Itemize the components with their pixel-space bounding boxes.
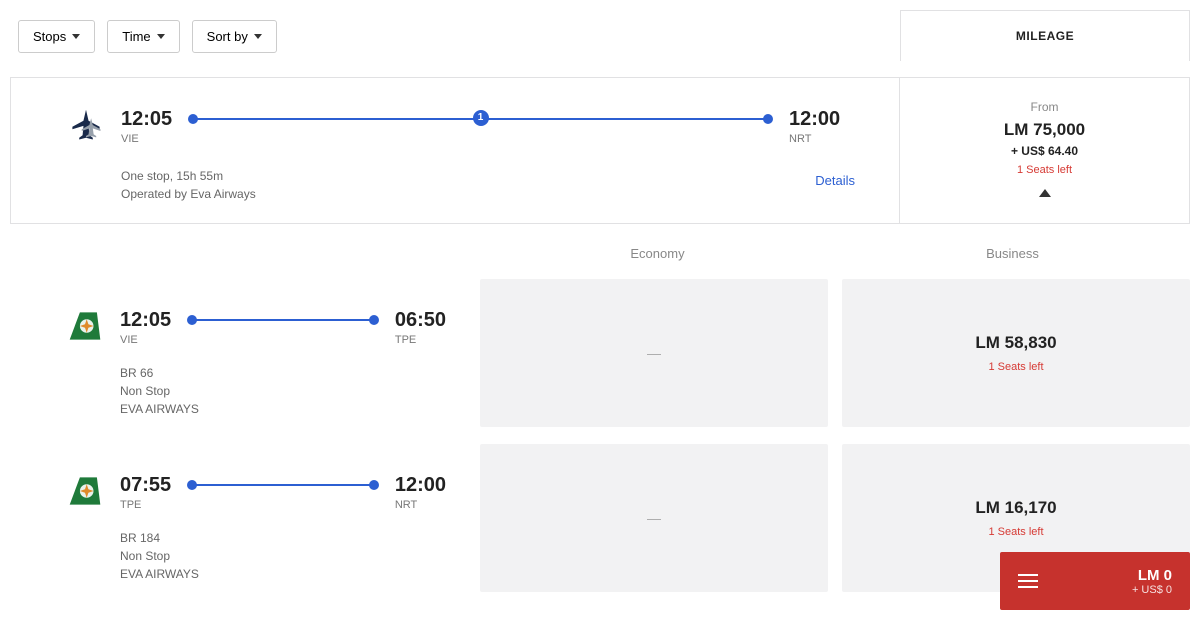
seg-dep-arr: 07:55 TPE 12:00 NRT xyxy=(120,474,446,511)
from-label: From xyxy=(910,100,1179,114)
flight-number: BR 66 xyxy=(120,364,446,382)
airplane-icon xyxy=(69,108,103,142)
stops-label: Stops xyxy=(33,29,66,44)
segment-main: 07:55 TPE 12:00 NRT BR 184 Non Stop EVA … xyxy=(120,474,446,583)
class-header-row: Economy Business xyxy=(10,234,1190,273)
route-start-dot xyxy=(187,315,197,325)
business-seats: 1 Seats left xyxy=(988,361,1043,373)
summary-seats: 1 Seats left xyxy=(910,164,1179,176)
seg-dep-code: VIE xyxy=(120,334,171,346)
arrival-code: NRT xyxy=(789,133,859,145)
summary-price-value: LM 75,000 xyxy=(910,120,1179,140)
summary-taxes: + US$ 64.40 xyxy=(910,144,1179,158)
seg-route-line xyxy=(189,313,377,343)
seg-meta: BR 184 Non Stop EVA AIRWAYS xyxy=(120,529,446,583)
stops-duration: One stop, 15h 55m xyxy=(121,167,256,185)
seg-arr-block: 12:00 NRT xyxy=(395,474,446,511)
route-start-dot xyxy=(187,480,197,490)
collapse-icon[interactable] xyxy=(1039,189,1051,197)
seg-arr-block: 06:50 TPE xyxy=(395,309,446,346)
seg-stops: Non Stop xyxy=(120,547,446,565)
economy-header: Economy xyxy=(480,234,835,273)
economy-unavailable: — xyxy=(647,510,661,526)
cart-summary[interactable]: LM 0 + US$ 0 xyxy=(1000,552,1190,610)
stop-bubble: 1 xyxy=(473,110,489,126)
seg-arr-code: NRT xyxy=(395,499,446,511)
seg-dep-time: 07:55 xyxy=(120,474,171,497)
seg-arr-time: 06:50 xyxy=(395,309,446,332)
summary-left: 12:05 VIE 1 12:00 NRT One stop, 15h 55m xyxy=(11,78,899,223)
operated-by: Operated by Eva Airways xyxy=(121,185,256,203)
departure-code: VIE xyxy=(121,133,172,145)
business-price: LM 58,830 xyxy=(975,333,1056,353)
route-end-dot xyxy=(369,315,379,325)
business-price: LM 16,170 xyxy=(975,498,1056,518)
route-line: 1 xyxy=(190,112,771,142)
cart-total: LM 0 xyxy=(1058,567,1172,584)
seg-stops: Non Stop xyxy=(120,382,446,400)
seg-dep-time: 12:05 xyxy=(120,309,171,332)
flight-meta: One stop, 15h 55m Operated by Eva Airway… xyxy=(121,167,256,203)
route-start-dot xyxy=(188,114,198,124)
seg-arr-time: 12:00 xyxy=(395,474,446,497)
time-filter[interactable]: Time xyxy=(107,20,179,53)
seg-airline: EVA AIRWAYS xyxy=(120,565,446,583)
seg-dep-block: 12:05 VIE xyxy=(120,309,171,346)
summary-price[interactable]: From LM 75,000 + US$ 64.40 1 Seats left xyxy=(899,78,1189,223)
cart-sub: + US$ 0 xyxy=(1058,584,1172,596)
seg-arr-code: TPE xyxy=(395,334,446,346)
seg-meta: BR 66 Non Stop EVA AIRWAYS xyxy=(120,364,446,418)
economy-unavailable: — xyxy=(647,345,661,361)
economy-fare-card[interactable]: — xyxy=(480,279,828,427)
departure-time: 12:05 xyxy=(121,108,172,131)
menu-icon xyxy=(1018,574,1038,588)
stops-filter[interactable]: Stops xyxy=(18,20,95,53)
chevron-down-icon xyxy=(254,34,262,39)
business-fare-card[interactable]: LM 58,830 1 Seats left xyxy=(842,279,1190,427)
business-seats: 1 Seats left xyxy=(988,526,1043,538)
flight-main: 12:05 VIE 1 12:00 NRT One stop, 15h 55m xyxy=(121,108,859,203)
sort-filter[interactable]: Sort by xyxy=(192,20,277,53)
details-link[interactable]: Details xyxy=(815,173,855,203)
segment-info: 12:05 VIE 06:50 TPE BR 66 Non Stop EVA A… xyxy=(10,279,466,438)
route-end-dot xyxy=(763,114,773,124)
segment-info: 07:55 TPE 12:00 NRT BR 184 Non Stop EVA … xyxy=(10,444,466,603)
economy-fare-card[interactable]: — xyxy=(480,444,828,592)
seg-dep-code: TPE xyxy=(120,499,171,511)
departure-block: 12:05 VIE xyxy=(121,108,172,145)
chevron-down-icon xyxy=(72,34,80,39)
seg-route-line xyxy=(189,478,377,508)
seg-airline: EVA AIRWAYS xyxy=(120,400,446,418)
arrival-time: 12:00 xyxy=(789,108,859,131)
seg-dep-block: 07:55 TPE xyxy=(120,474,171,511)
time-label: Time xyxy=(122,29,150,44)
dep-arr-line: 12:05 VIE 1 12:00 NRT xyxy=(121,108,859,145)
airline-tail-icon xyxy=(68,474,102,508)
sort-label: Sort by xyxy=(207,29,248,44)
arrival-block: 12:00 NRT xyxy=(789,108,859,145)
business-header: Business xyxy=(835,234,1190,273)
segment-main: 12:05 VIE 06:50 TPE BR 66 Non Stop EVA A… xyxy=(120,309,446,418)
route-end-dot xyxy=(369,480,379,490)
itinerary-summary: 12:05 VIE 1 12:00 NRT One stop, 15h 55m xyxy=(10,77,1190,224)
cart-text: LM 0 + US$ 0 xyxy=(1058,567,1172,596)
airline-tail-icon xyxy=(68,309,102,343)
chevron-down-icon xyxy=(157,34,165,39)
mileage-tab[interactable]: MILEAGE xyxy=(900,10,1190,61)
seg-dep-arr: 12:05 VIE 06:50 TPE xyxy=(120,309,446,346)
segment-row: 12:05 VIE 06:50 TPE BR 66 Non Stop EVA A… xyxy=(10,279,1190,438)
mileage-tab-label: MILEAGE xyxy=(1016,29,1074,43)
flight-number: BR 184 xyxy=(120,529,446,547)
